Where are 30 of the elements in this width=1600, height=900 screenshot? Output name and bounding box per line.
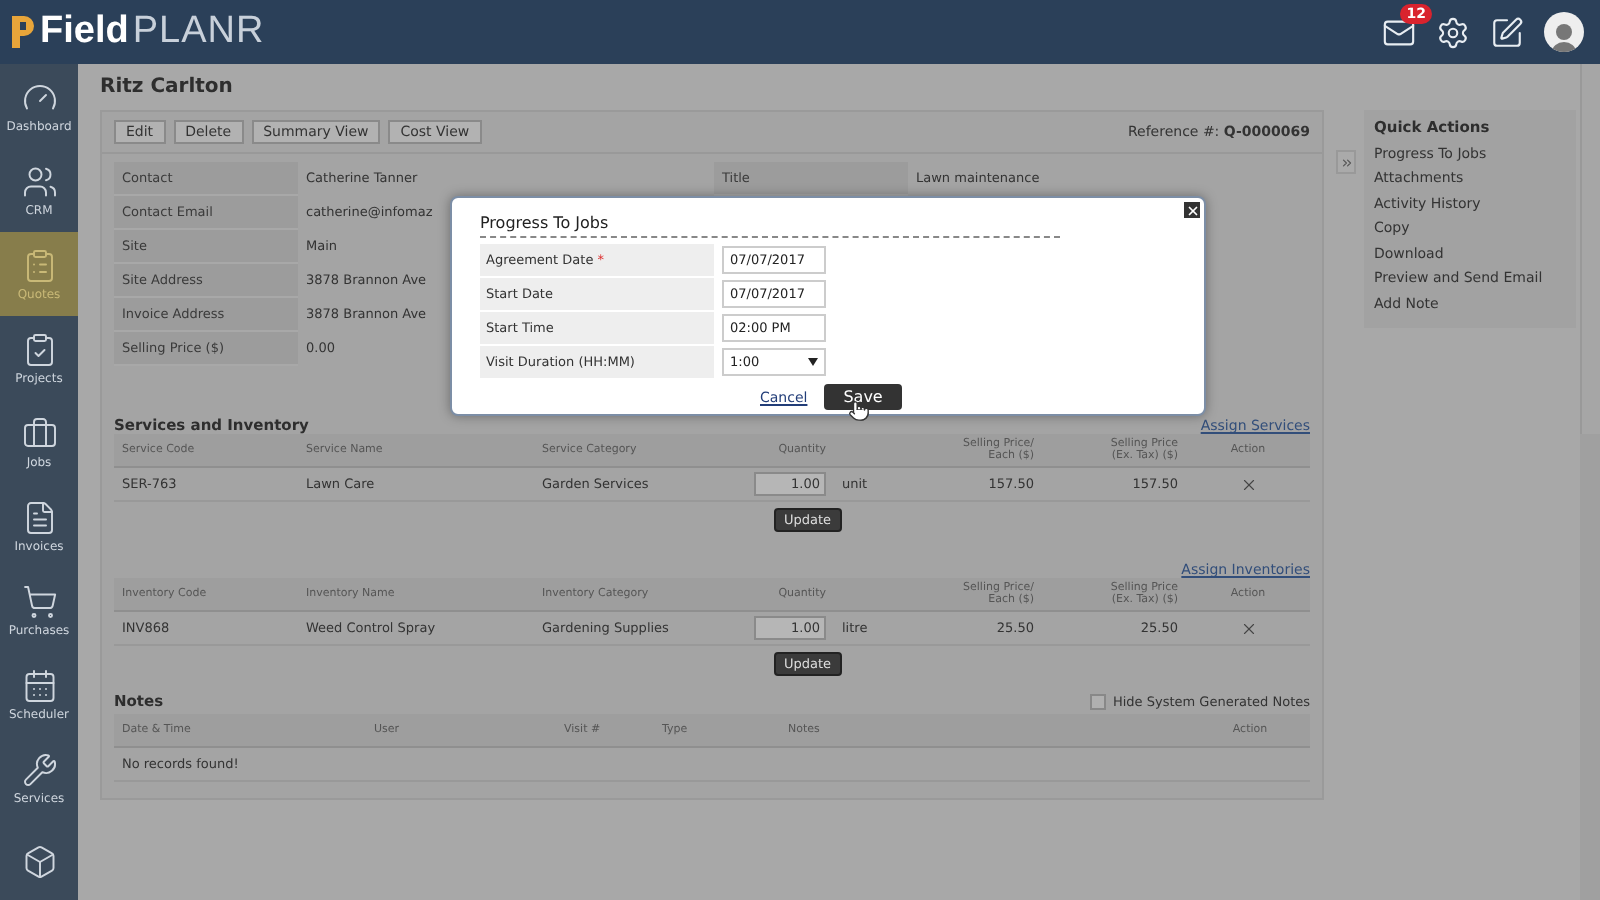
mail-button[interactable] [1382, 15, 1416, 49]
gauge-icon [21, 79, 57, 115]
double-chevron-icon [1339, 155, 1353, 169]
box-icon [21, 844, 57, 880]
note-icon [1490, 15, 1524, 49]
calendar-icon [21, 667, 57, 703]
user-avatar[interactable] [1544, 12, 1584, 52]
settings-button[interactable] [1436, 15, 1470, 49]
notes-button[interactable] [1490, 15, 1524, 49]
people-icon [21, 163, 57, 199]
briefcase-icon [21, 415, 57, 451]
delete-icon[interactable] [1239, 475, 1257, 493]
document-icon [21, 499, 57, 535]
tools-icon [21, 751, 57, 787]
close-icon [1185, 203, 1199, 217]
delete-icon[interactable] [1239, 619, 1257, 637]
settings-icon [1436, 15, 1470, 49]
clipboard-icon [21, 331, 57, 367]
caret-icon [808, 358, 818, 366]
collapse-button[interactable] [1336, 150, 1356, 174]
checkbox[interactable] [1090, 694, 1107, 710]
clipboard-icon [21, 247, 57, 283]
logo-text: PLANR [132, 10, 265, 54]
scrollbar[interactable] [1580, 64, 1600, 900]
cart-icon [21, 583, 57, 619]
logo-icon [8, 12, 36, 52]
close-button[interactable] [1184, 202, 1200, 218]
logo-text: Field [40, 10, 129, 54]
page-title: Ritz Carlton [100, 74, 235, 102]
dialog-title: Progress To Jobs [480, 214, 1060, 238]
